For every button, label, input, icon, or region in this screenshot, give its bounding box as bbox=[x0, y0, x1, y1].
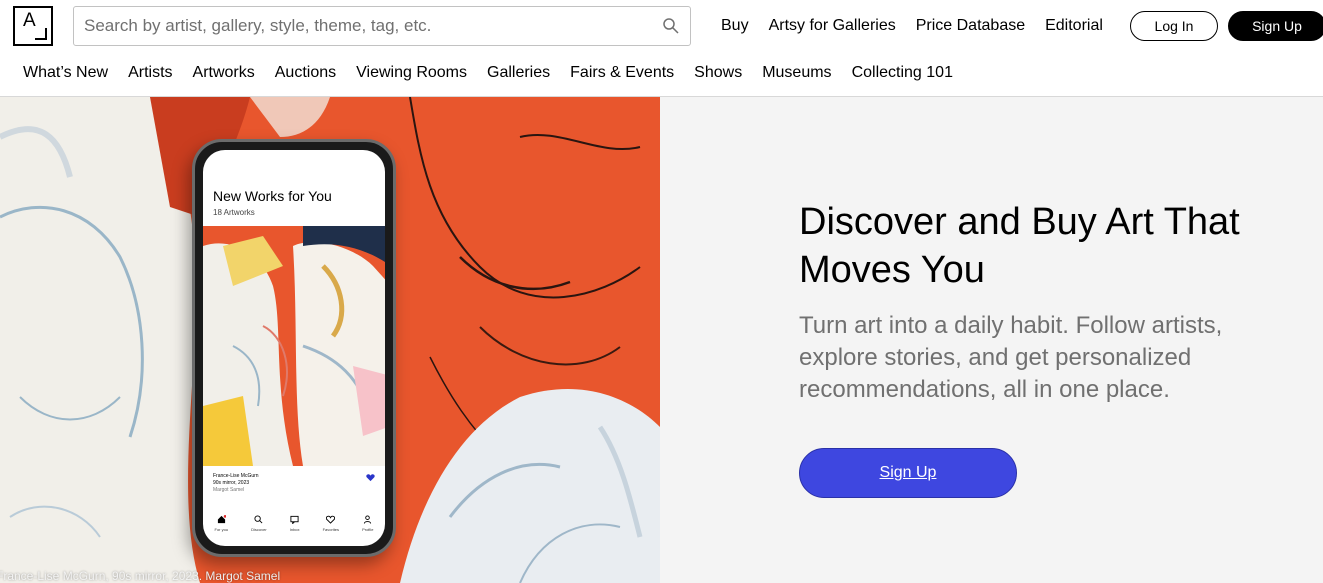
phone-tab-label: Profile bbox=[362, 527, 374, 532]
phone-tab-label: Discover bbox=[251, 527, 267, 532]
nav-shows[interactable]: Shows bbox=[694, 62, 742, 84]
hero-subhead: Turn art into a daily habit. Follow arti… bbox=[799, 312, 1223, 403]
nav-fairs-events[interactable]: Fairs & Events bbox=[570, 62, 674, 84]
chat-icon bbox=[290, 515, 299, 524]
hero-headline: Discover and Buy Art That Moves You bbox=[799, 201, 1240, 291]
home-icon bbox=[217, 515, 226, 524]
phone-artwork-thumbnail bbox=[203, 226, 385, 466]
login-button[interactable]: Log In bbox=[1130, 11, 1218, 41]
hero-text-panel: Discover and Buy Art That Moves You Turn… bbox=[660, 97, 1323, 583]
link-buy[interactable]: Buy bbox=[721, 15, 749, 37]
main-nav: What’s New Artists Artworks Auctions Vie… bbox=[23, 62, 973, 84]
phone-artwork-title: 90s mirror, 2023 bbox=[213, 480, 250, 486]
phone-artist-name: France-Lise McGurn bbox=[213, 473, 259, 479]
phone-title: New Works for You bbox=[213, 188, 332, 204]
top-links: Buy Artsy for Galleries Price Database E… bbox=[721, 15, 1123, 37]
nav-viewing-rooms[interactable]: Viewing Rooms bbox=[356, 62, 467, 84]
nav-museums[interactable]: Museums bbox=[762, 62, 831, 84]
phone-tab-favorites: Favorites bbox=[323, 515, 339, 532]
artsy-logo[interactable]: A bbox=[13, 6, 53, 46]
heart-icon bbox=[326, 515, 336, 524]
nav-galleries[interactable]: Galleries bbox=[487, 62, 550, 84]
phone-screen: New Works for You 18 Artworks France-Lis… bbox=[203, 150, 385, 546]
search-icon bbox=[254, 515, 263, 524]
signup-button-header[interactable]: Sign Up bbox=[1228, 11, 1323, 41]
phone-artwork-meta: France-Lise McGurn 90s mirror, 2023 Marg… bbox=[213, 473, 259, 494]
link-editorial[interactable]: Editorial bbox=[1045, 15, 1103, 37]
phone-tab-profile: Profile bbox=[362, 515, 373, 532]
search-icon[interactable] bbox=[662, 17, 680, 35]
nav-artists[interactable]: Artists bbox=[128, 62, 172, 84]
phone-artwork-count: 18 Artworks bbox=[213, 208, 255, 217]
nav-whats-new[interactable]: What’s New bbox=[23, 62, 108, 84]
hero-artwork-image: France-Lise McGurn, 90s mirror, 2023. Ma… bbox=[0, 97, 660, 583]
phone-mockup: New Works for You 18 Artworks France-Lis… bbox=[192, 139, 396, 557]
nav-collecting-101[interactable]: Collecting 101 bbox=[852, 62, 953, 84]
phone-gallery-name: Margot Samel bbox=[213, 487, 245, 493]
nav-auctions[interactable]: Auctions bbox=[275, 62, 336, 84]
search-input[interactable] bbox=[84, 16, 656, 36]
phone-tab-bar: For you Discover Inbox Favorites Profile bbox=[203, 515, 385, 532]
phone-tab-label: Inbox bbox=[289, 527, 300, 532]
heart-icon bbox=[366, 474, 375, 482]
artwork-caption: France-Lise McGurn, 90s mirror, 2023. Ma… bbox=[0, 569, 281, 583]
hero-signup-button[interactable]: Sign Up bbox=[799, 448, 1017, 498]
phone-tab-discover: Discover bbox=[251, 515, 267, 532]
link-artsy-for-galleries[interactable]: Artsy for Galleries bbox=[769, 15, 896, 37]
phone-tab-inbox: Inbox bbox=[290, 515, 300, 532]
logo-corner bbox=[35, 28, 47, 40]
search-bar[interactable] bbox=[73, 6, 691, 46]
logo-letter: A bbox=[23, 10, 36, 31]
profile-icon bbox=[364, 515, 372, 524]
phone-tab-label: Favorites bbox=[322, 527, 340, 532]
phone-tab-label: For you bbox=[214, 527, 229, 532]
link-price-database[interactable]: Price Database bbox=[916, 15, 1025, 37]
nav-artworks[interactable]: Artworks bbox=[193, 62, 255, 84]
phone-tab-for-you: For you bbox=[214, 515, 229, 532]
